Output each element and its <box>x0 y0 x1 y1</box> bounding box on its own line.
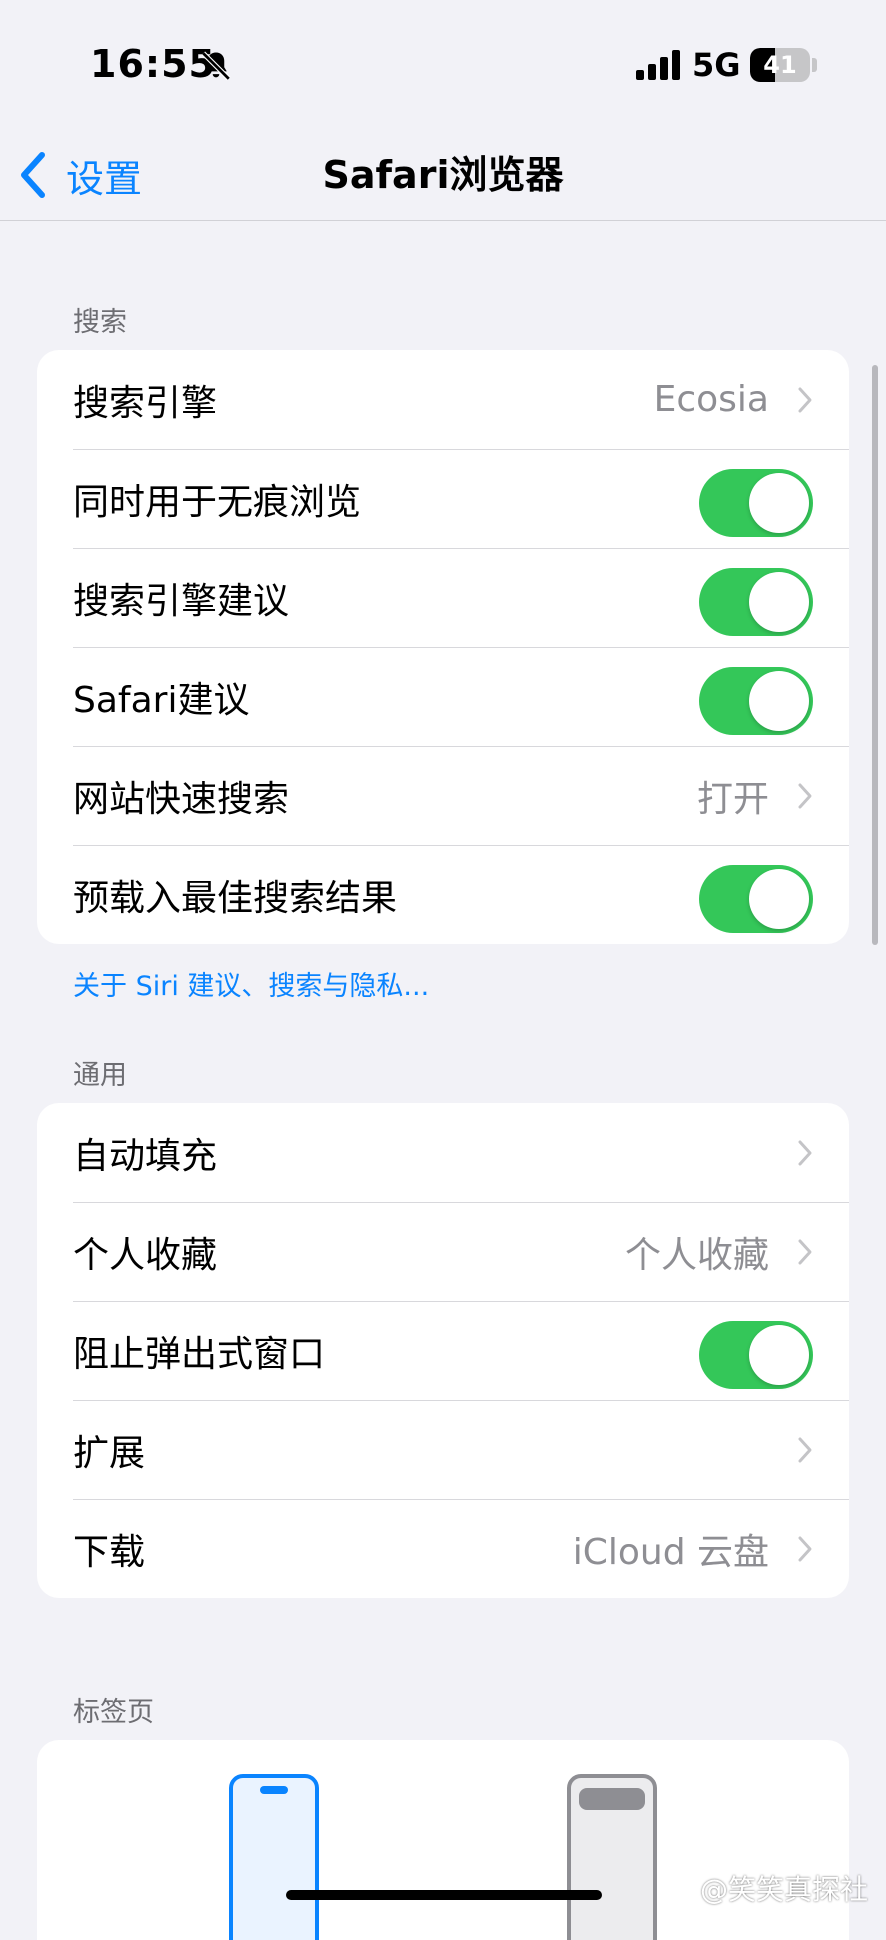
watermark: @笑笑真探社 <box>699 1873 868 1906</box>
chevron-right-icon <box>798 1437 812 1463</box>
tab-bar-layout-option[interactable] <box>229 1774 319 1940</box>
settings-row[interactable]: 搜索引擎 Ecosia <box>37 350 849 449</box>
settings-row[interactable]: 阻止弹出式窗口 <box>37 1301 849 1400</box>
tab-layout-picker <box>37 1740 849 1940</box>
toggle-switch[interactable] <box>699 1321 813 1389</box>
row-value: 打开 <box>696 778 769 820</box>
settings-row[interactable]: 个人收藏 个人收藏 <box>37 1202 849 1301</box>
row-value: Ecosia <box>653 379 769 420</box>
toggle-knob <box>749 572 809 632</box>
chevron-right-icon <box>798 1140 812 1166</box>
toggle-switch[interactable] <box>699 568 813 636</box>
settings-row[interactable]: 预载入最佳搜索结果 <box>37 845 849 944</box>
settings-row[interactable]: 同时用于无痕浏览 <box>37 449 849 548</box>
settings-row[interactable]: 网站快速搜索 打开 <box>37 746 849 845</box>
chevron-right-icon <box>798 1536 812 1562</box>
general-settings-group: 自动填充个人收藏 个人收藏阻止弹出式窗口 扩展下载 iCloud 云盘 <box>37 1103 849 1598</box>
row-label: 自动填充 <box>73 1135 218 1177</box>
row-label: 搜索引擎建议 <box>73 580 290 622</box>
network-type: 5G <box>692 46 741 84</box>
section-header-tabs: 标签页 <box>73 1697 154 1728</box>
chevron-right-icon <box>798 387 812 413</box>
page-title: Safari浏览器 <box>322 153 564 197</box>
row-label: 网站快速搜索 <box>73 778 290 820</box>
battery-tip <box>812 58 817 72</box>
scroll-indicator[interactable] <box>872 365 878 945</box>
row-label: 个人收藏 <box>73 1234 218 1276</box>
row-label: 扩展 <box>73 1432 146 1474</box>
single-tab-layout-option[interactable] <box>567 1774 657 1940</box>
toggle-knob <box>749 473 809 533</box>
toggle-knob <box>749 1325 809 1385</box>
row-value: iCloud 云盘 <box>572 1531 769 1573</box>
toggle-switch[interactable] <box>699 469 813 537</box>
section-header-general: 通用 <box>73 1060 127 1091</box>
settings-row[interactable]: Safari建议 <box>37 647 849 746</box>
home-indicator[interactable] <box>286 1890 602 1900</box>
settings-row[interactable]: 自动填充 <box>37 1103 849 1202</box>
settings-row[interactable]: 下载 iCloud 云盘 <box>37 1499 849 1598</box>
row-label: 阻止弹出式窗口 <box>73 1333 326 1375</box>
toggle-knob <box>749 671 809 731</box>
navigation-bar: 设置 Safari浏览器 <box>0 130 886 221</box>
toggle-switch[interactable] <box>699 865 813 933</box>
chevron-right-icon <box>798 783 812 809</box>
cellular-signal-icon <box>636 50 680 80</box>
row-label: 同时用于无痕浏览 <box>73 481 362 523</box>
chevron-right-icon <box>798 1239 812 1265</box>
settings-row[interactable]: 扩展 <box>37 1400 849 1499</box>
siri-privacy-link[interactable]: 关于 Siri 建议、搜索与隐私... <box>73 964 429 1003</box>
row-label: Safari建议 <box>73 679 250 721</box>
battery-icon: 41 <box>750 48 810 82</box>
section-header-search: 搜索 <box>73 307 127 338</box>
row-label: 预载入最佳搜索结果 <box>73 877 398 919</box>
silent-bell-icon <box>201 51 231 81</box>
row-value: 个人收藏 <box>624 1234 769 1276</box>
battery-level: 41 <box>763 51 797 79</box>
search-settings-group: 搜索引擎 Ecosia 同时用于无痕浏览 搜索引擎建议 Safari建议 网站快速搜索 打开… <box>37 350 849 944</box>
toggle-switch[interactable] <box>699 667 813 735</box>
dynamic-island-icon <box>260 1786 288 1794</box>
top-address-bar-icon <box>579 1788 645 1810</box>
status-bar: 16:55 5G 41 <box>0 0 886 130</box>
toggle-knob <box>749 869 809 929</box>
settings-row[interactable]: 搜索引擎建议 <box>37 548 849 647</box>
row-label: 下载 <box>73 1531 146 1573</box>
row-label: 搜索引擎 <box>73 382 218 424</box>
